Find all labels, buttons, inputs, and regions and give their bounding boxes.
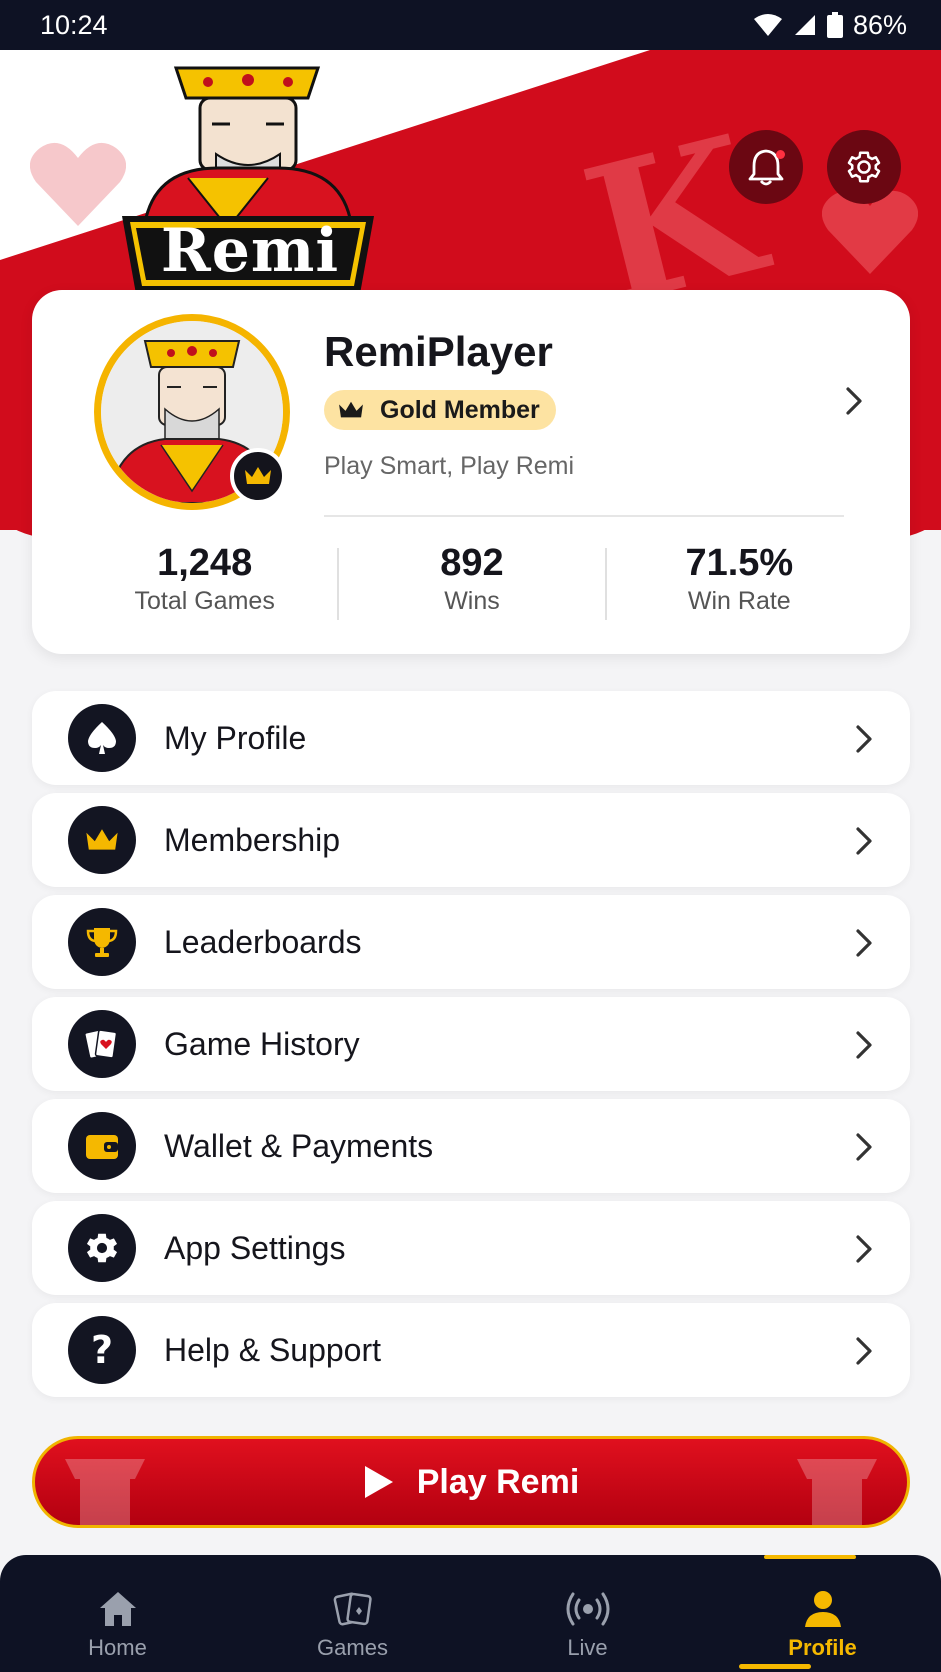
stat-label: Wins [444,587,500,615]
membership-badge-label: Gold Member [380,395,540,424]
menu-list: My Profile Membership Leaderboards Game … [32,691,910,1405]
gear-icon [847,151,881,183]
signal-icon [794,15,815,35]
notifications-button[interactable] [729,130,803,204]
nav-item-profile[interactable]: Profile [705,1555,940,1672]
menu-item-wallet-payments[interactable]: Wallet & Payments [32,1099,910,1193]
card-divider [324,515,844,517]
heart-decoration [30,142,126,226]
play-icon [364,1466,393,1498]
play-remi-button[interactable]: Play Remi [32,1436,910,1528]
nav-item-games[interactable]: Games [235,1555,470,1672]
active-indicator-bar [739,1664,811,1669]
status-bar: 10:24 86% [0,0,941,50]
cards-icon [333,1592,372,1626]
stat-total-games: 1,248 Total Games [72,542,337,632]
crown-icon [68,806,136,874]
nav-label: Games [317,1635,388,1660]
status-indicators: 86% [753,10,907,41]
menu-item-membership[interactable]: Membership [32,793,910,887]
avatar-crown-badge [230,448,286,504]
gear-icon [68,1214,136,1282]
menu-item-label: App Settings [164,1229,346,1266]
menu-item-label: Membership [164,821,341,858]
stat-value: 71.5% [685,542,794,584]
stat-label: Win Rate [687,587,791,615]
active-indicator [764,1555,856,1559]
menu-item-label: Wallet & Payments [164,1127,434,1164]
chevron-right-icon [856,1133,872,1161]
logo-text: Remi [160,216,340,286]
chevron-right-icon[interactable] [844,386,864,416]
membership-badge[interactable]: Gold Member [324,390,556,430]
wifi-icon [753,14,782,36]
question-icon: ? [68,1316,136,1384]
crown-icon [245,467,271,484]
crown-icon [332,391,370,429]
settings-button[interactable] [827,130,901,204]
card-pattern-decoration [797,1459,877,1525]
nav-label: Live [567,1635,608,1660]
stat-label: Total Games [134,587,275,615]
bottom-navigation: Home Games Live Profile [0,1555,941,1672]
status-time: 10:24 [40,9,108,40]
menu-item-label: Help & Support [164,1331,382,1368]
menu-item-game-history[interactable]: Game History [32,997,910,1091]
profile-tagline: Play Smart, Play Remi [324,452,575,480]
battery-icon [826,12,843,38]
menu-item-label: Leaderboards [164,923,362,960]
menu-item-label: Game History [164,1025,360,1062]
chevron-right-icon [856,929,872,957]
spade-icon [68,704,136,772]
nav-label: Home [88,1635,147,1660]
stat-wins: 892 Wins [339,542,604,632]
home-icon [99,1592,136,1626]
stat-win-rate: 71.5% Win Rate [607,542,872,632]
battery-level: 86% [852,9,907,40]
menu-item-help-support[interactable]: ? Help & Support [32,1303,910,1397]
stat-value: 892 [440,542,504,584]
nav-label: Profile [788,1635,857,1660]
nav-item-live[interactable]: Live [470,1555,705,1672]
menu-item-leaderboards[interactable]: Leaderboards [32,895,910,989]
nav-item-home[interactable]: Home [0,1555,235,1672]
chevron-right-icon [856,1031,872,1059]
play-button-label: Play Remi [416,1462,580,1501]
stat-value: 1,248 [157,542,253,584]
username: RemiPlayer [324,328,553,375]
remi-logo: Remi [118,58,378,302]
cards-icon [68,1010,136,1078]
notification-dot [776,150,785,159]
menu-item-app-settings[interactable]: App Settings [32,1201,910,1295]
menu-item-label: My Profile [164,719,307,756]
trophy-icon [68,908,136,976]
stats-row: 1,248 Total Games 892 Wins 71.5% Win Rat… [72,542,872,632]
menu-item-my-profile[interactable]: My Profile [32,691,910,785]
chevron-right-icon [856,725,872,753]
broadcast-icon [566,1592,609,1626]
wallet-icon [68,1112,136,1180]
card-pattern-decoration [65,1459,145,1525]
profile-card[interactable]: RemiPlayer Gold Member Play Smart, Play … [32,290,910,654]
chevron-right-icon [856,1235,872,1263]
person-icon [804,1591,841,1627]
chevron-right-icon [856,1337,872,1365]
chevron-right-icon [856,827,872,855]
